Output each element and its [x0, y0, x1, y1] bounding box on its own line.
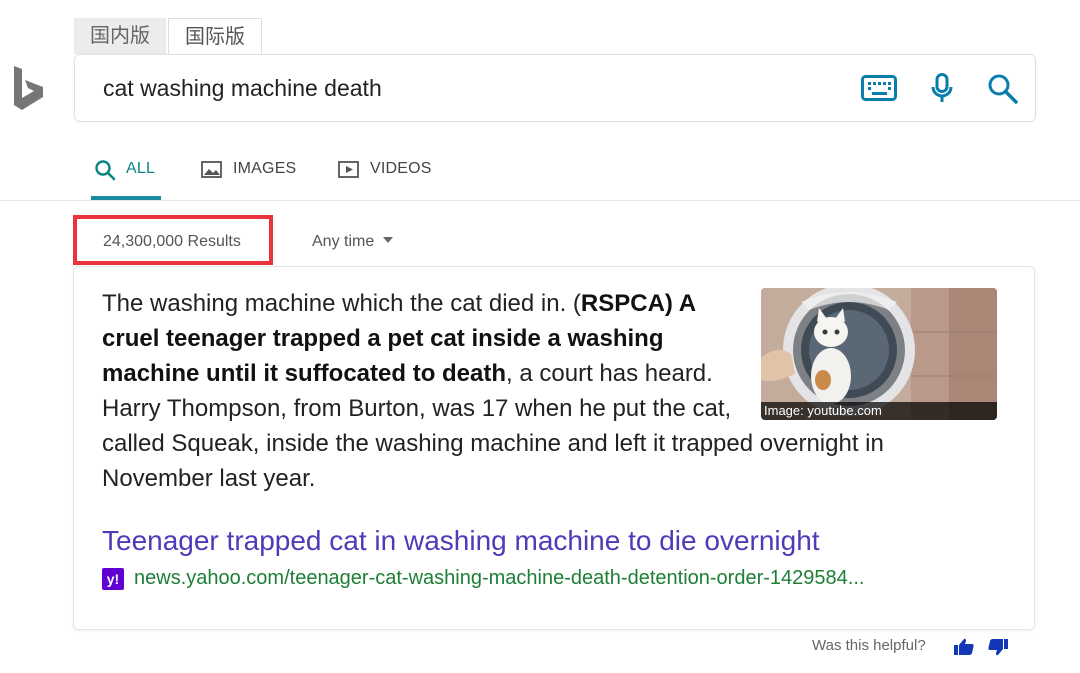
video-icon	[338, 161, 359, 178]
search-input[interactable]	[103, 55, 803, 121]
answer-image[interactable]: Image: youtube.com	[761, 288, 997, 420]
cat-in-washing-machine-image	[761, 288, 997, 420]
region-tabs: 国内版 国际版	[74, 18, 262, 55]
tab-images-label: IMAGES	[233, 160, 297, 177]
result-title-link[interactable]: Teenager trapped cat in washing machine …	[102, 525, 820, 557]
tab-all[interactable]: ALL	[94, 158, 155, 200]
feedback-question: Was this helpful?	[812, 637, 926, 654]
tab-china-edition[interactable]: 国内版	[74, 18, 166, 54]
image-icon	[201, 161, 222, 178]
thumbs-up-icon[interactable]	[954, 638, 974, 656]
caret-down-icon	[383, 236, 394, 243]
microphone-icon[interactable]	[931, 73, 953, 105]
search-box	[74, 54, 1036, 122]
search-icon	[95, 160, 116, 181]
keyboard-icon[interactable]	[861, 75, 897, 101]
results-count: 24,300,000 Results	[103, 233, 241, 250]
answer-snippet: Image: youtube.com The washing machine w…	[102, 286, 997, 496]
tab-images[interactable]: IMAGES	[201, 158, 296, 200]
thumbs-down-icon[interactable]	[988, 638, 1008, 656]
tab-videos-label: VIDEOS	[370, 160, 432, 177]
yahoo-source-icon: y!	[102, 567, 124, 590]
snippet-text-lead: The washing machine which the cat died i…	[102, 290, 581, 317]
search-icon[interactable]	[987, 73, 1019, 105]
image-credit: Image: youtube.com	[761, 402, 997, 420]
tab-all-label: ALL	[126, 160, 156, 177]
bing-logo-icon[interactable]	[10, 64, 46, 112]
result-url[interactable]: y! news.yahoo.com/teenager-cat-washing-m…	[102, 567, 864, 590]
tab-videos[interactable]: VIDEOS	[338, 158, 432, 200]
tab-international-edition[interactable]: 国际版	[168, 18, 262, 55]
scope-divider	[0, 200, 1080, 201]
result-url-text: news.yahoo.com/teenager-cat-washing-mach…	[134, 567, 865, 589]
time-filter-label: Any time	[312, 233, 375, 250]
time-filter-dropdown[interactable]: Any time	[312, 233, 394, 251]
